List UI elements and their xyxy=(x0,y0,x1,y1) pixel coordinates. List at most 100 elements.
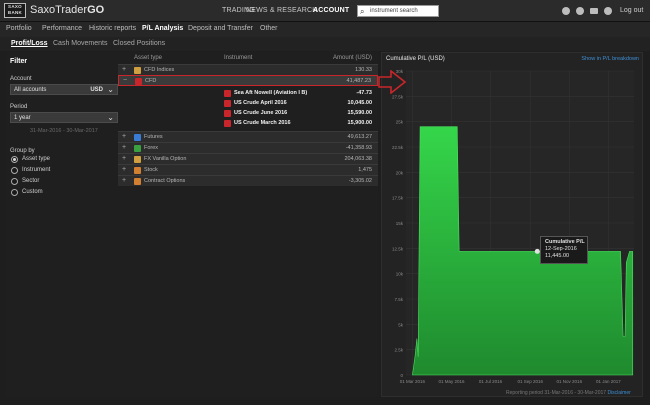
radio-custom[interactable] xyxy=(11,189,18,196)
account-label: Account xyxy=(10,76,32,82)
search-input[interactable]: ⌕ instrument search xyxy=(357,5,439,17)
row-name: CFD xyxy=(145,78,157,84)
group-by-label: Group by xyxy=(10,148,35,154)
period-label: Period xyxy=(10,104,28,110)
col-instrument[interactable]: Instrument xyxy=(224,55,252,61)
col-amount[interactable]: Amount (USD) xyxy=(333,55,372,61)
settings-icon[interactable] xyxy=(604,7,612,15)
asset-group-row[interactable]: + Forex -41,358.93 xyxy=(118,142,378,153)
asset-group-row[interactable]: + CFD Indices 130.33 xyxy=(118,64,378,75)
chart-footnote: Reporting period 31-Mar-2016 - 30-Mar-20… xyxy=(506,390,631,396)
subnav-deposit-transfer[interactable]: Deposit and Transfer xyxy=(188,25,253,32)
chart-canvas[interactable]: 0 2.5k 5k 7.5k 10k 12.5k 15k 17.5k 20k 22.5k 25k 27… xyxy=(382,53,644,398)
y-tick-label: 7.5k xyxy=(394,297,403,302)
row-name: US Crude March 2016 xyxy=(234,120,291,126)
chevron-down-icon: ⌄ xyxy=(107,85,114,94)
asset-flag-icon xyxy=(134,156,141,163)
tab-closed-positions[interactable]: Closed Positions xyxy=(113,40,165,47)
y-tick-label: 15k xyxy=(396,221,404,226)
x-tick-label: 01 Jul 2016 xyxy=(479,379,503,384)
logout-link[interactable]: Log out xyxy=(620,7,643,14)
asset-flag-icon xyxy=(134,67,141,74)
asset-flag-icon xyxy=(134,145,141,152)
row-name: Stock xyxy=(144,167,158,173)
nav-account[interactable]: ACCOUNT xyxy=(313,7,349,14)
tab-profit-loss[interactable]: Profit/Loss xyxy=(11,40,48,47)
asset-flag-icon xyxy=(134,167,141,174)
row-amount: 15,900.00 xyxy=(347,120,372,126)
nav-news-research[interactable]: NEWS & RESEARCH xyxy=(246,7,317,14)
mail-icon[interactable] xyxy=(590,8,598,14)
row-name: Contract Options xyxy=(144,178,186,184)
account-select[interactable]: All accounts USD ⌄ xyxy=(10,84,118,95)
chevron-down-icon: ⌄ xyxy=(107,113,114,122)
y-tick-label: 0 xyxy=(400,373,403,378)
callout-arrow xyxy=(378,70,407,94)
col-asset-type[interactable]: Asset type xyxy=(134,55,162,61)
instrument-row[interactable]: US Crude March 2016 15,900.00 xyxy=(118,118,378,129)
y-tick-label: 10k xyxy=(396,272,404,277)
y-tick-label: 25k xyxy=(396,120,404,125)
subnav-pl-analysis[interactable]: P/L Analysis xyxy=(142,25,183,32)
row-amount: 10,045.00 xyxy=(347,100,372,106)
asset-flag-icon xyxy=(134,134,141,141)
asset-flag-icon xyxy=(224,100,231,107)
asset-group-row[interactable]: + Contract Options -3,305.02 xyxy=(118,175,378,186)
asset-flag-icon xyxy=(224,120,231,127)
row-amount: -3,305.02 xyxy=(348,178,372,184)
asset-flag-icon xyxy=(135,78,142,85)
row-name: Forex xyxy=(144,145,159,151)
help-icon[interactable] xyxy=(562,7,570,15)
y-tick-label: 2.5k xyxy=(394,348,403,353)
expand-icon[interactable]: + xyxy=(122,66,126,73)
radio-asset-type[interactable] xyxy=(11,156,18,163)
filter-panel: Filter Account All accounts USD ⌄ Period… xyxy=(6,52,118,397)
row-amount: 130.33 xyxy=(355,67,372,73)
radio-sector[interactable] xyxy=(11,178,18,185)
y-tick-label: 5k xyxy=(398,322,404,327)
y-tick-label: 12.5k xyxy=(392,246,404,251)
disclaimer-link[interactable]: Disclaimer xyxy=(607,390,630,396)
asset-flag-icon xyxy=(134,178,141,185)
expand-icon[interactable]: + xyxy=(122,155,126,162)
expand-icon[interactable]: + xyxy=(122,177,126,184)
asset-group-row[interactable]: + Stock 1,475 xyxy=(118,164,378,175)
account-subnav: Portfolio Performance Historic reports P… xyxy=(0,22,650,37)
asset-group-row[interactable]: + FX Vanilla Option 204,063.38 xyxy=(118,153,378,164)
tab-cash-movements[interactable]: Cash Movements xyxy=(53,40,107,47)
collapse-icon[interactable]: − xyxy=(123,77,127,84)
row-name: Sea Aft Nowell (Aviation I B) xyxy=(234,90,308,96)
x-tick-label: 01 Jan 2017 xyxy=(596,379,621,384)
expand-icon[interactable]: + xyxy=(122,133,126,140)
row-name: CFD Indices xyxy=(144,67,175,73)
row-name: US Crude June 2016 xyxy=(234,110,288,116)
y-tick-label: 22.5k xyxy=(392,145,404,150)
y-tick-label: 20k xyxy=(396,170,404,175)
expand-icon[interactable]: + xyxy=(122,144,126,151)
asset-group-row[interactable]: + Futures 49,613.27 xyxy=(118,131,378,142)
chart-tooltip: Cumulative P/L 12-Sep-2016 11,445.00 xyxy=(540,236,588,264)
radio-instrument[interactable] xyxy=(11,167,18,174)
saxo-logo[interactable]: SAXO BANK xyxy=(4,3,26,18)
row-name: US Crude April 2016 xyxy=(234,100,287,106)
period-range: 31-Mar-2016 - 30-Mar-2017 xyxy=(30,128,98,134)
subnav-historic-reports[interactable]: Historic reports xyxy=(89,25,136,32)
row-amount: -41,358.93 xyxy=(345,145,372,151)
asset-flag-icon xyxy=(224,90,231,97)
app-brand: SaxoTraderGO xyxy=(30,4,105,16)
asset-group-row[interactable]: − CFD 41,487.23 xyxy=(118,75,378,86)
row-amount: 1,475 xyxy=(358,167,372,173)
cumulative-pl-chart: Cumulative P/L (USD) Show in P/L breakdo… xyxy=(381,52,643,397)
y-tick-label: 17.5k xyxy=(392,196,404,201)
subnav-performance[interactable]: Performance xyxy=(42,25,82,32)
filter-title: Filter xyxy=(10,58,28,65)
search-icon: ⌕ xyxy=(360,7,365,16)
row-name: FX Vanilla Option xyxy=(144,156,187,162)
period-select[interactable]: 1 year ⌄ xyxy=(10,112,118,123)
row-amount: 204,063.38 xyxy=(344,156,372,162)
info-icon[interactable] xyxy=(576,7,584,15)
expand-icon[interactable]: + xyxy=(122,166,126,173)
subnav-portfolio[interactable]: Portfolio xyxy=(6,25,32,32)
row-amount: 15,590.00 xyxy=(347,110,372,116)
subnav-other[interactable]: Other xyxy=(260,25,278,32)
